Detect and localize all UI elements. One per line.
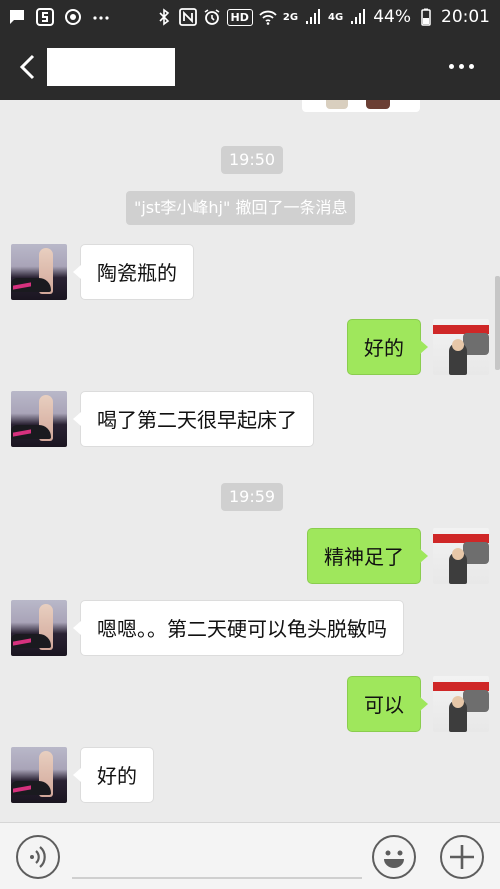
nfc-icon: [178, 8, 197, 26]
timestamp: 19:50: [221, 146, 284, 174]
message-icon: [10, 10, 24, 24]
incoming-message[interactable]: 陶瓷瓶的: [73, 244, 194, 300]
contact-avatar[interactable]: [11, 391, 67, 447]
battery-percent: 44%: [373, 7, 411, 27]
sync-icon: [65, 9, 81, 25]
emoji-icon: [384, 850, 404, 868]
recall-notice: "jst李小峰hj" 撤回了一条消息: [126, 191, 356, 225]
wifi-icon: [259, 10, 277, 25]
avatar-face: [452, 339, 464, 351]
network-type-1: 2G: [282, 11, 299, 23]
alarm-icon: [204, 9, 219, 25]
back-arrow-icon: [19, 54, 35, 80]
more-actions-button[interactable]: [440, 835, 484, 879]
plus-icon: [450, 845, 474, 869]
contact-avatar[interactable]: [11, 747, 67, 803]
network-type-2: 4G: [328, 11, 344, 23]
avatar-face: [452, 548, 464, 560]
outgoing-message[interactable]: 精神足了: [307, 528, 428, 584]
incoming-message[interactable]: 喝了第二天很早起床了: [73, 391, 314, 447]
bottle-image: [366, 100, 390, 109]
more-options-dot: [459, 64, 464, 69]
bottle-image: [326, 100, 348, 109]
more-options-dot: [469, 64, 474, 69]
chat-header: [0, 34, 500, 100]
contact-avatar[interactable]: [11, 600, 67, 656]
scrollbar[interactable]: [495, 276, 500, 370]
signal-icon: [306, 9, 321, 24]
incoming-message[interactable]: 嗯嗯。。第二天硬可以龟头脱敏吗: [73, 600, 404, 656]
incoming-message[interactable]: 好的: [73, 747, 154, 803]
chat-title: [47, 48, 175, 86]
my-avatar[interactable]: [433, 676, 489, 732]
more-options-button[interactable]: [449, 64, 474, 69]
emoji-button[interactable]: [372, 835, 416, 879]
my-avatar[interactable]: [433, 319, 489, 375]
voice-icon: [30, 846, 46, 868]
previous-image-message[interactable]: [302, 100, 420, 112]
outgoing-message[interactable]: 好的: [347, 319, 428, 375]
message-input[interactable]: [72, 835, 362, 879]
more-dots-icon: [93, 16, 109, 20]
s-app-icon: [36, 8, 54, 26]
clock: 20:01: [441, 7, 490, 27]
battery-icon: [421, 8, 431, 26]
outgoing-message[interactable]: 可以: [347, 676, 428, 732]
more-options-icon: [449, 64, 454, 69]
signal-icon: [351, 9, 366, 24]
my-avatar[interactable]: [433, 528, 489, 584]
contact-avatar[interactable]: [11, 244, 67, 300]
timestamp: 19:59: [221, 483, 284, 511]
hd-badge: HD: [226, 8, 253, 26]
bluetooth-icon: [158, 8, 169, 26]
input-bar: [0, 822, 500, 889]
message-list[interactable]: 19:50 "jst李小峰hj" 撤回了一条消息 陶瓷瓶的 好的 喝了第二天很早…: [0, 100, 500, 822]
back-button[interactable]: [14, 51, 44, 83]
voice-button[interactable]: [16, 835, 60, 879]
avatar-face: [452, 696, 464, 708]
status-bar: HD 2G 4G 44% 20:01: [0, 0, 500, 34]
